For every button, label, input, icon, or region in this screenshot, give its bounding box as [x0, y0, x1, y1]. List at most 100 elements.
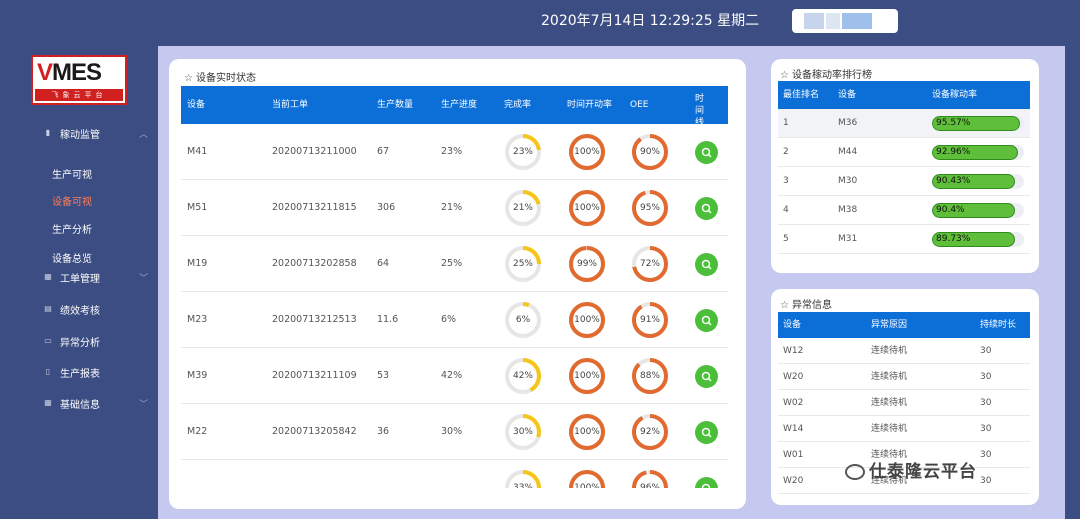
sidebar-menu-label: 绩效考核	[60, 305, 100, 317]
search-icon	[701, 147, 712, 158]
watermark: 仕泰隆云平台	[845, 457, 977, 482]
rank-number: 2	[783, 147, 789, 157]
column-header: OEE	[630, 100, 649, 110]
sidebar-menu-1[interactable]: ▦ 工单管理 ﹀	[0, 267, 158, 287]
user-account-avatar[interactable]	[792, 9, 898, 33]
timeline-button[interactable]	[695, 197, 718, 220]
rate-label: 92.96%	[936, 147, 971, 157]
cell-qty: 306	[377, 202, 396, 213]
abnormal-device: W20	[783, 476, 804, 486]
abnormal-reason: 连续待机	[871, 346, 908, 356]
abnormal-row[interactable]: W12 连续待机 30	[778, 338, 1030, 364]
top-bar: 2020年7月14日 12:29:25 星期二	[0, 0, 1080, 46]
completion-donut-label: 23%	[512, 147, 533, 157]
abnormal-device: W12	[783, 346, 804, 356]
sidebar-menu-5[interactable]: ▦ 基础信息 ﹀	[0, 393, 158, 413]
rank-device: M36	[838, 118, 858, 128]
abnormal-title: ☆ 异常信息	[780, 300, 832, 311]
uptime-donut-label: 100%	[574, 203, 600, 213]
table-row[interactable]: M22 20200713205842 36 30% 30% 100% 92%	[181, 404, 728, 460]
timeline-button[interactable]	[695, 421, 718, 444]
cell-qty: 36	[377, 426, 390, 437]
table-row[interactable]: M41 20200713211000 67 23% 23% 100% 90%	[181, 124, 728, 180]
abnormal-reason: 连续待机	[871, 372, 908, 382]
table-row[interactable]: M51 20200713211815 306 21% 21% 100% 95%	[181, 180, 728, 236]
oee-donut-label: 92%	[639, 427, 660, 437]
rate-label: 95.57%	[936, 118, 971, 128]
oee-donut-label: 90%	[639, 147, 660, 157]
star-icon: ☆	[780, 70, 789, 81]
completion-donut-label: 42%	[512, 371, 533, 381]
timeline-button[interactable]	[695, 309, 718, 332]
abnormal-row[interactable]: W14 连续待机 30	[778, 416, 1030, 442]
device-status-table-body[interactable]: M41 20200713211000 67 23% 23% 100% 90% M51 20200…	[181, 124, 728, 488]
abnormal-row[interactable]: W02 连续待机 30	[778, 390, 1030, 416]
document-icon: ▯	[45, 367, 51, 376]
table-row[interactable]: M23 20200713212513 11.6 6% 6% 100% 91%	[181, 292, 728, 348]
calendar-icon: ▤	[44, 304, 52, 313]
table-row[interactable]: 33% 100% 96%	[181, 460, 728, 488]
completion-donut-label: 30%	[512, 427, 533, 437]
vmes-logo: VMES 飞象云平台	[31, 55, 127, 105]
cell-device: M22	[187, 426, 208, 437]
cell-order: 20200713205842	[272, 426, 357, 437]
abnormal-row[interactable]: W20 连续待机 30	[778, 364, 1030, 390]
uptime-donut-label: 100%	[574, 483, 600, 488]
table-row[interactable]: M39 20200713211109 53 42% 42% 100% 88%	[181, 348, 728, 404]
cell-device: M39	[187, 370, 208, 381]
timeline-button[interactable]	[695, 253, 718, 276]
column-header: 最佳排名	[783, 90, 820, 100]
device-status-header: 设备 当前工单 生产数量 生产进度 完成率 时间开动率 OEE 时间线	[181, 86, 728, 128]
rank-device: M31	[838, 234, 858, 244]
sidebar-menu-label: 稼动监管	[60, 129, 100, 141]
cell-qty: 53	[377, 370, 390, 381]
timeline-button[interactable]	[695, 141, 718, 164]
cell-order: 20200713211815	[272, 202, 357, 213]
sidebar-menu-label: 工单管理	[60, 273, 100, 285]
abnormal-duration: 30	[980, 476, 992, 486]
chevron-down-icon: ﹀	[139, 399, 149, 410]
ranking-row[interactable]: 1 M36 95.57%	[778, 109, 1030, 138]
column-header: 生产数量	[377, 100, 414, 110]
ranking-row[interactable]: 2 M44 92.96%	[778, 138, 1030, 167]
search-icon	[701, 315, 712, 326]
timeline-button[interactable]	[695, 365, 718, 388]
column-header: 设备	[783, 320, 802, 330]
abnormal-duration: 30	[980, 372, 992, 382]
sidebar-menu-3[interactable]: ▭ 异常分析	[0, 331, 158, 351]
sidebar-subitem-3[interactable]: 设备总览	[52, 250, 92, 265]
search-icon	[701, 427, 712, 438]
column-header: 设备	[838, 90, 857, 100]
cell-device: M51	[187, 202, 208, 213]
ranking-row[interactable]: 5 M31 89.73%	[778, 225, 1030, 254]
uptime-donut-label: 100%	[574, 427, 600, 437]
ranking-row[interactable]: 3 M30 90.43%	[778, 167, 1030, 196]
sidebar-menu-0[interactable]: ▮ 稼动监管 ︿	[0, 123, 158, 143]
cell-order: 20200713202858	[272, 258, 357, 269]
timeline-button[interactable]	[695, 477, 718, 488]
column-header: 设备	[187, 100, 206, 110]
column-header: 当前工单	[272, 100, 309, 110]
abnormal-device: W02	[783, 398, 804, 408]
abnormal-device: W20	[783, 372, 804, 382]
sidebar-subitem-2[interactable]: 生产分析	[52, 221, 92, 236]
completion-donut-label: 33%	[512, 483, 533, 488]
chevron-down-icon: ﹀	[139, 273, 149, 284]
column-header: 生产进度	[441, 100, 478, 110]
sidebar-subitem-1[interactable]: 设备可视	[52, 193, 92, 208]
monitor-icon: ▭	[44, 336, 52, 345]
cell-progress: 25%	[441, 258, 463, 269]
bar-chart-icon: ▮	[45, 128, 51, 137]
abnormal-duration: 30	[980, 398, 992, 408]
datetime-display: 2020年7月14日 12:29:25 星期二	[541, 13, 760, 29]
oee-donut-label: 95%	[639, 203, 660, 213]
cell-progress: 30%	[441, 426, 463, 437]
ranking-row[interactable]: 4 M38 90.4%	[778, 196, 1030, 225]
abnormal-header: 设备 异常原因 持续时长	[778, 312, 1030, 338]
sidebar-subitem-0[interactable]: 生产可视	[52, 166, 92, 181]
sidebar-menu-4[interactable]: ▯ 生产报表	[0, 362, 158, 382]
rate-bar: 95.57%	[932, 116, 1024, 131]
table-row[interactable]: M19 20200713202858 64 25% 25% 99% 72%	[181, 236, 728, 292]
column-header: 设备稼动率	[932, 90, 978, 100]
sidebar-menu-2[interactable]: ▤ 绩效考核	[0, 299, 158, 319]
